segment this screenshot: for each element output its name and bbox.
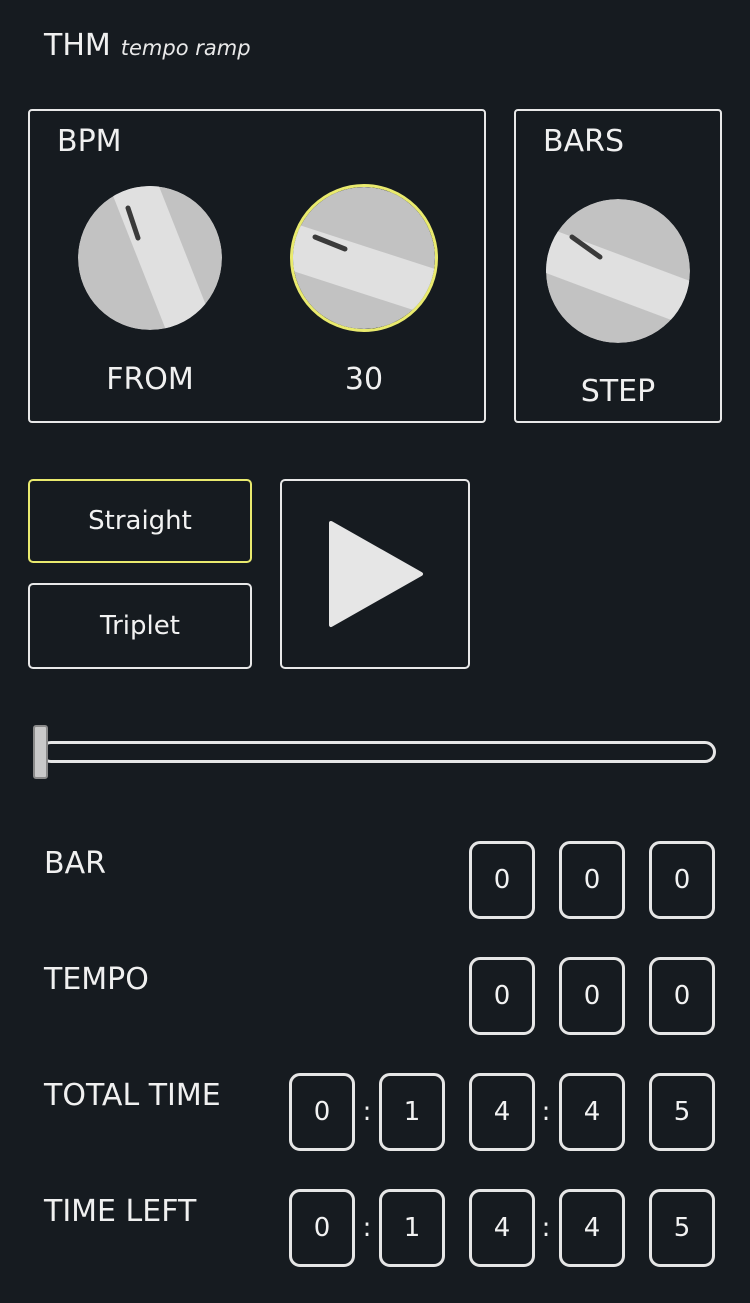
bar-digit: 0 [649, 841, 715, 919]
time-left-separator: : [362, 1213, 372, 1243]
app-subtitle: tempo ramp [120, 36, 251, 60]
bpm-from-knob[interactable] [78, 186, 222, 330]
time-left-label: TIME LEFT [44, 1194, 197, 1229]
bars-step-knob[interactable] [546, 199, 690, 343]
bar-digit: 0 [469, 841, 535, 919]
app-title-text: THM [44, 28, 111, 63]
total-time-digit: 4 [559, 1073, 625, 1151]
total-time-digit: 1 [379, 1073, 445, 1151]
straight-button[interactable]: Straight [28, 479, 252, 563]
tempo-digit: 0 [559, 957, 625, 1035]
time-left-separator: : [541, 1213, 551, 1243]
knob-graphic [546, 199, 690, 343]
bars-label: BARS [543, 124, 624, 159]
total-time-digit: 4 [469, 1073, 535, 1151]
time-left-digit: 5 [649, 1189, 715, 1267]
total-time-separator: : [541, 1097, 551, 1127]
bpm-to-caption: 30 [344, 362, 384, 397]
tempo-digit: 0 [649, 957, 715, 1035]
play-button[interactable] [280, 479, 470, 669]
tempo-digit: 0 [469, 957, 535, 1035]
bar-digit: 0 [559, 841, 625, 919]
bpm-from-caption: FROM [106, 362, 194, 397]
time-left-digit: 4 [559, 1189, 625, 1267]
progress-slider-track[interactable] [40, 741, 716, 763]
knob-graphic [293, 187, 435, 329]
tempo-label: TEMPO [44, 962, 149, 997]
app-title: THM tempo ramp [44, 28, 251, 63]
play-icon [329, 521, 423, 627]
total-time-digit: 5 [649, 1073, 715, 1151]
time-left-digit: 4 [469, 1189, 535, 1267]
time-left-digit: 1 [379, 1189, 445, 1267]
triplet-button[interactable]: Triplet [28, 583, 252, 669]
time-left-digit: 0 [289, 1189, 355, 1267]
progress-slider-handle[interactable] [33, 725, 48, 779]
total-time-separator: : [362, 1097, 372, 1127]
bar-label: BAR [44, 846, 106, 881]
bpm-to-knob[interactable] [290, 184, 438, 332]
bpm-label: BPM [57, 124, 122, 159]
knob-graphic [78, 186, 222, 330]
bars-step-caption: STEP [580, 374, 656, 409]
total-time-digit: 0 [289, 1073, 355, 1151]
total-time-label: TOTAL TIME [44, 1078, 221, 1113]
